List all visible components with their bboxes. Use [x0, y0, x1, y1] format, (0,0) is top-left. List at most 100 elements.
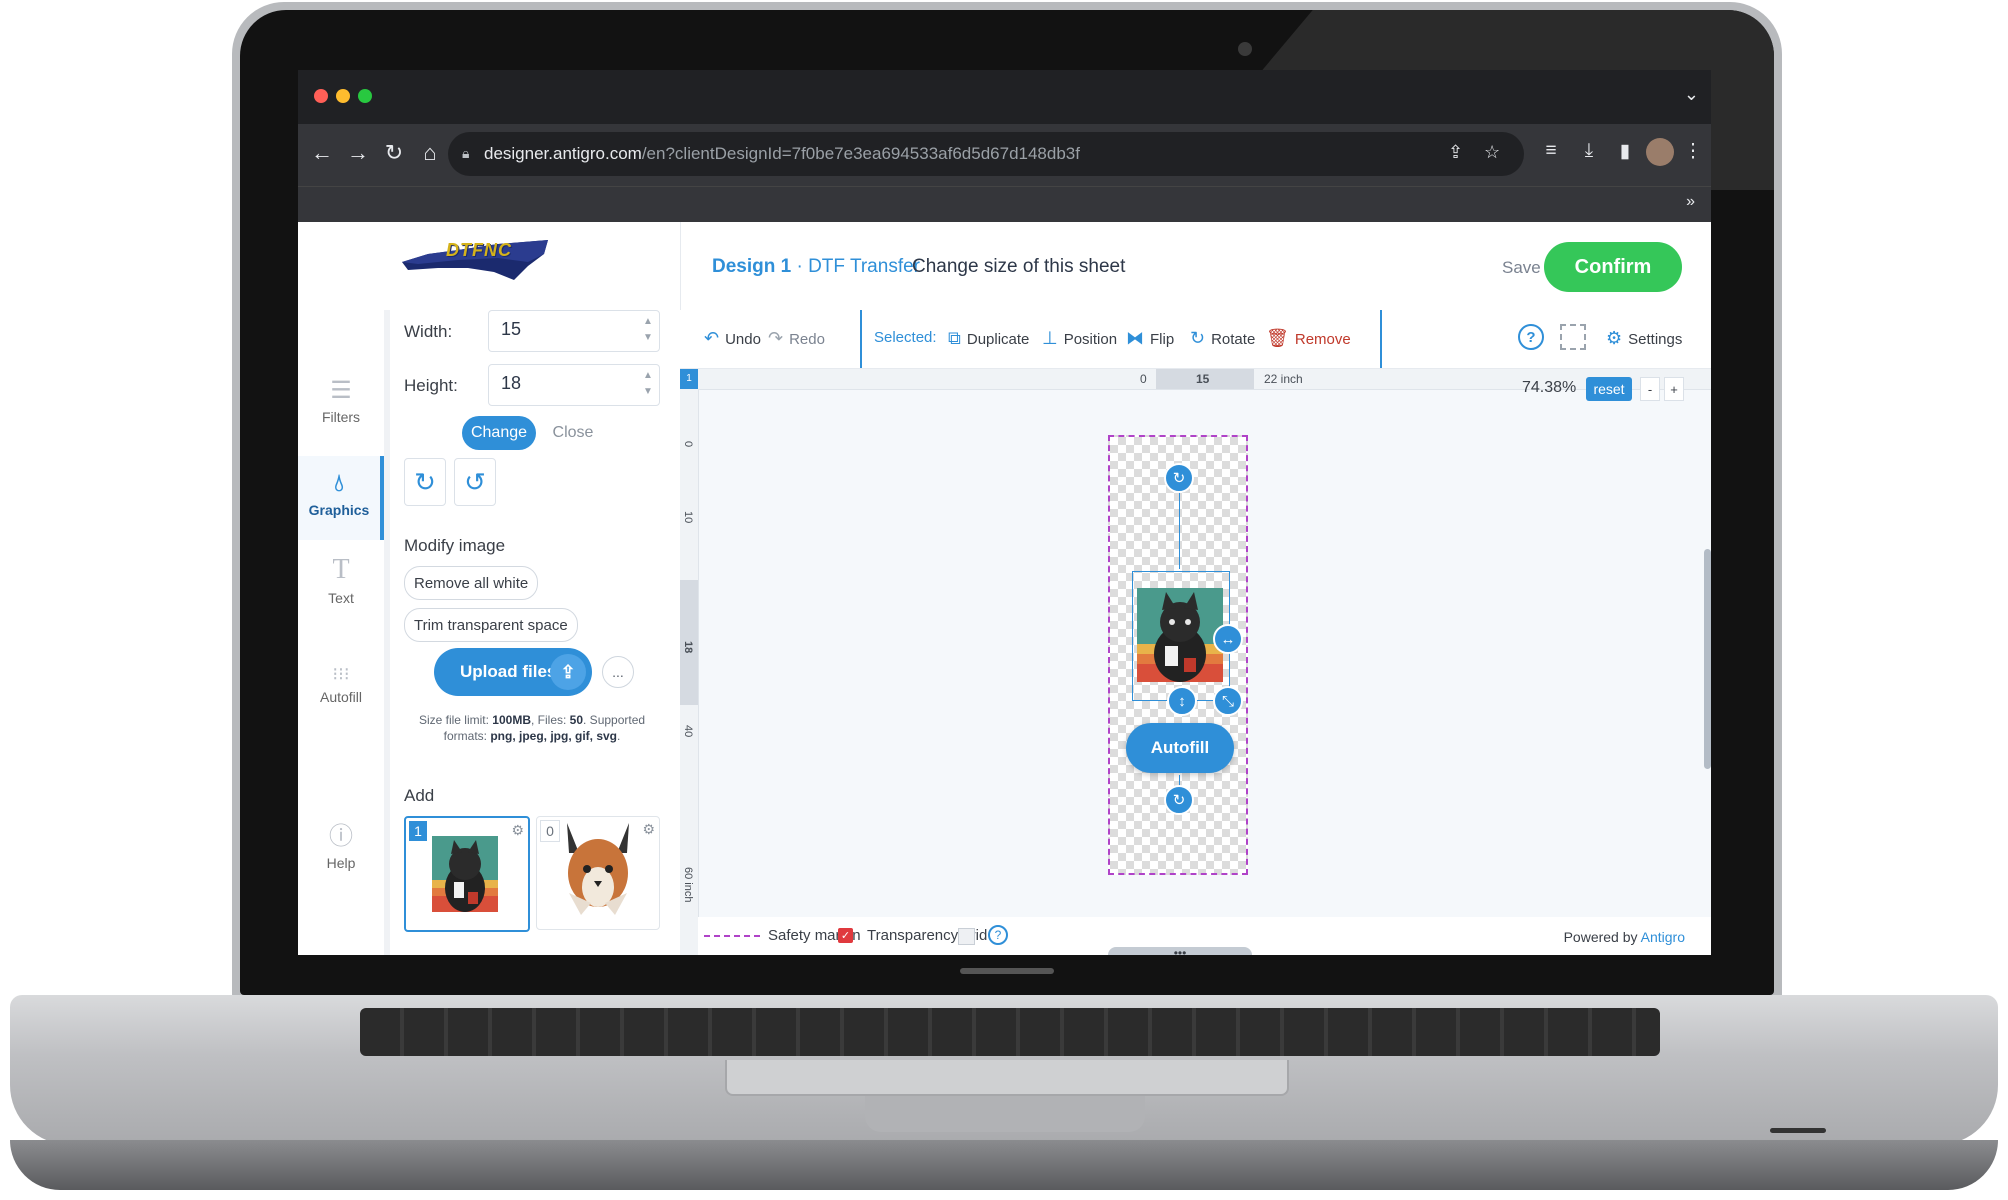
rail-item-help[interactable]: ⓘ Help — [298, 816, 384, 886]
help-icon[interactable]: ? — [1518, 324, 1544, 350]
modify-image-title: Modify image — [404, 536, 506, 555]
help-icon[interactable]: ? — [988, 925, 1008, 945]
change-size-button[interactable]: Change — [462, 416, 536, 450]
change-size-link[interactable]: Change size of this sheet — [912, 256, 1125, 278]
undo-button[interactable]: ↶ Undo — [704, 328, 761, 349]
design-title[interactable]: Design 1 · DTF Transfer — [712, 256, 920, 278]
rail-item-autofill[interactable]: ⁝⁝⁝ Autofill — [298, 664, 384, 734]
window-minimize-button[interactable] — [336, 89, 350, 103]
brand-logo[interactable]: DTFNC — [398, 232, 554, 292]
rotate-label: Rotate — [1211, 331, 1256, 348]
rotate-button[interactable]: ↻ Rotate — [1190, 328, 1255, 349]
rail-item-label: Text — [328, 590, 354, 606]
design-canvas[interactable]: 1 0 15 22 inch 0 10 18 40 60 inch 74.38%… — [680, 369, 1711, 955]
gear-icon[interactable]: ⚙ — [511, 822, 524, 839]
rotate-handle-icon[interactable]: ↻ — [1164, 785, 1194, 815]
confirm-button[interactable]: Confirm — [1544, 242, 1682, 292]
spin-up-icon[interactable]: ▲ — [643, 369, 653, 383]
redo-label: Redo — [789, 331, 825, 348]
powered-prefix: Powered by — [1563, 929, 1641, 945]
upload-files-label: Upload files — [460, 662, 557, 681]
spin-down-icon[interactable]: ▼ — [643, 385, 653, 399]
bookmark-star-icon[interactable]: ☆ — [1484, 142, 1500, 163]
rotate-handle-icon[interactable]: ↻ — [1164, 463, 1194, 493]
bookmarks-bar: » — [298, 186, 1711, 223]
status-led — [1770, 1128, 1826, 1133]
share-icon[interactable]: ⇪ — [1448, 142, 1463, 163]
autofill-button[interactable]: Autofill — [1126, 723, 1234, 773]
resize-horizontal-handle-icon[interactable]: ↔ — [1213, 624, 1243, 654]
fullscreen-icon[interactable] — [1560, 324, 1586, 350]
width-input[interactable]: 15 ▲ ▼ — [488, 310, 660, 352]
transparency-grid-checkbox[interactable] — [958, 928, 975, 945]
upload-files-button[interactable]: Upload files ⇪ — [434, 648, 592, 696]
close-size-button[interactable]: Close — [548, 416, 598, 450]
ruler-corner: 1 — [680, 369, 698, 389]
duplicate-button[interactable]: ⧉ Duplicate — [948, 328, 1029, 349]
back-arrow-icon[interactable]: ← — [308, 140, 336, 166]
gear-icon[interactable]: ⚙ — [642, 821, 655, 838]
rail-item-label: Graphics — [308, 502, 370, 518]
remove-all-white-button[interactable]: Remove all white — [404, 566, 539, 600]
zoom-out-button[interactable]: - — [1640, 377, 1660, 401]
graphic-thumbnail[interactable]: 1 ⚙ — [404, 816, 530, 932]
rail-item-filters[interactable]: ☰ Filters — [298, 376, 384, 446]
spin-down-icon[interactable]: ▼ — [643, 331, 653, 345]
profile-avatar[interactable] — [1646, 138, 1674, 166]
position-button[interactable]: ⊥ Position — [1042, 328, 1117, 349]
reading-list-icon[interactable]: ≡ — [1538, 140, 1564, 162]
horizontal-scrollbar[interactable]: ••• — [1108, 947, 1252, 955]
forward-arrow-icon[interactable]: → — [344, 140, 372, 166]
browser-menu-icon[interactable]: ⋮ — [1680, 140, 1706, 163]
reload-icon[interactable]: ↻ — [380, 140, 408, 166]
logo-area: DTFNC — [298, 222, 681, 310]
trim-transparent-space-button[interactable]: Trim transparent space — [404, 608, 578, 642]
resize-vertical-handle-icon[interactable]: ↕ — [1167, 686, 1197, 716]
download-icon[interactable]: ⤓ — [1576, 140, 1602, 162]
vertical-scrollbar[interactable] — [1704, 549, 1711, 769]
rail-item-graphics[interactable]: 💧︎ Graphics — [298, 456, 384, 540]
height-value: 18 — [501, 373, 522, 393]
settings-label: Settings — [1628, 331, 1683, 348]
trackpad — [725, 1060, 1289, 1096]
zoom-level: 74.38% — [1522, 379, 1577, 396]
design-name: Design 1 — [712, 256, 792, 277]
zoom-in-button[interactable]: + — [1664, 377, 1684, 401]
spin-up-icon[interactable]: ▲ — [643, 315, 653, 329]
flip-label: Flip — [1150, 331, 1175, 348]
bookmarks-overflow-icon[interactable]: » — [1686, 193, 1695, 211]
thumbnail-count: 1 — [409, 821, 427, 841]
width-label: Width: — [404, 322, 453, 341]
remove-button[interactable]: 🗑︎ Remove — [1266, 328, 1351, 349]
side-panel-icon[interactable]: ▮ — [1612, 140, 1638, 163]
panel-scrollbar[interactable] — [384, 310, 390, 955]
flip-button[interactable]: ⧓ Flip — [1126, 328, 1174, 349]
more-options-button[interactable]: ... — [602, 656, 634, 688]
selected-graphic[interactable]: ↔ ↕ ⤡ — [1132, 571, 1243, 716]
url-domain: designer.antigro.com — [484, 144, 642, 163]
selected-label: Selected: — [874, 329, 937, 346]
resize-diagonal-handle-icon[interactable]: ⤡ — [1213, 686, 1243, 716]
powered-by: Powered by Antigro — [1564, 929, 1685, 945]
designer-app: DTFNC Design 1 · DTF Transfer Change siz… — [298, 222, 1711, 955]
redo-button[interactable]: ↷ Redo — [768, 328, 825, 349]
safety-margin-checkbox[interactable]: ✓ — [838, 928, 853, 943]
home-icon[interactable]: ⌂ — [416, 140, 444, 166]
zoom-reset-button[interactable]: reset — [1586, 377, 1632, 401]
address-bar[interactable]: 🔒︎ designer.antigro.com/en?clientDesignI… — [448, 132, 1524, 176]
window-maximize-button[interactable] — [358, 89, 372, 103]
window-close-button[interactable] — [314, 89, 328, 103]
rotate-counterclockwise-icon[interactable]: ↺ — [454, 458, 496, 506]
tab-search-chevron-icon[interactable]: ⌄ — [1684, 84, 1699, 105]
graphic-thumbnail[interactable]: 0 ⚙ — [536, 816, 660, 930]
height-input[interactable]: 18 ▲ ▼ — [488, 364, 660, 406]
settings-button[interactable]: ⚙ Settings — [1606, 328, 1682, 349]
toolbar-divider — [860, 310, 862, 368]
save-button[interactable]: Save — [1502, 258, 1541, 278]
rail-item-text[interactable]: T Text — [298, 554, 384, 624]
ruler-label: 0 — [1140, 372, 1147, 386]
ruler-label: 15 — [1196, 372, 1210, 386]
powered-brand-link[interactable]: Antigro — [1641, 929, 1685, 945]
rotate-clockwise-icon[interactable]: ↻ — [404, 458, 446, 506]
transfer-sheet[interactable]: ↻ ↔ ↕ ⤡ Autofill ↻ — [1108, 435, 1248, 875]
